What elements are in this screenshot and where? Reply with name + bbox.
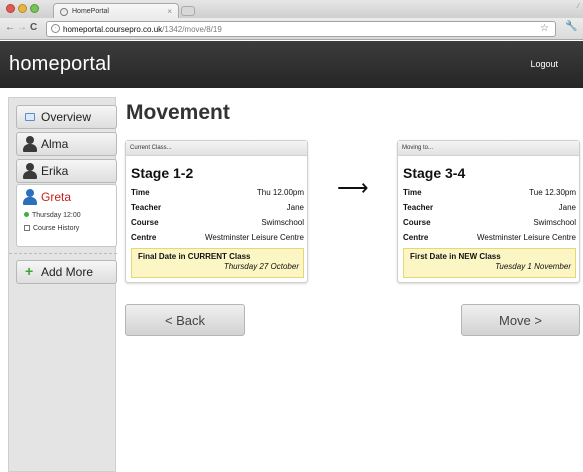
first-date-note: First Date in NEW Class Tuesday 1 Novemb…	[403, 248, 576, 278]
detail-value: Tue 12.30pm	[529, 188, 576, 197]
detail-label: Teacher	[403, 203, 434, 212]
detail-value: Westminster Leisure Centre	[477, 233, 576, 242]
detail-value: Westminster Leisure Centre	[205, 233, 304, 242]
detail-value: Swimschool	[533, 218, 576, 227]
detail-value: Jane	[558, 203, 576, 212]
calendar-icon	[24, 225, 30, 231]
window-maximize-button[interactable]	[30, 4, 39, 13]
browser-forward-icon[interactable]: →	[17, 22, 27, 33]
person-icon	[23, 189, 37, 205]
browser-tab[interactable]: ◦ HomePortal ×	[53, 3, 179, 19]
detail-label: Centre	[403, 233, 429, 242]
course-history-text: Course History	[33, 225, 80, 232]
card-heading: Current Class...	[126, 141, 307, 156]
logout-link[interactable]: Logout	[530, 59, 558, 69]
browser-back-icon[interactable]: ←	[5, 22, 15, 33]
address-bar[interactable]: ◦ homeportal.coursepro.co.uk/1342/move/8…	[46, 21, 556, 37]
page-favicon-icon: ◦	[60, 8, 68, 16]
url-path: /1342/move/8/19	[162, 25, 222, 34]
right-arrow-icon: ⟶	[337, 175, 369, 200]
sidebar-divider	[9, 253, 117, 254]
tab-title: HomePortal	[72, 8, 109, 15]
detail-value: Swimschool	[261, 218, 304, 227]
wrench-menu-icon[interactable]: 🔧	[565, 21, 577, 32]
sidebar-item-greta[interactable]: Greta Thursday 12:00 Course History	[16, 184, 117, 247]
lesson-time-text: Thursday 12:00	[32, 212, 81, 219]
person-icon	[23, 163, 37, 179]
page-info-icon[interactable]: ◦	[51, 24, 60, 33]
new-tab-button[interactable]	[181, 6, 195, 16]
plus-icon: +	[25, 263, 34, 279]
sidebar-item-alma[interactable]: Alma	[16, 132, 117, 156]
status-dot-icon	[24, 212, 29, 217]
sidebar-item-overview[interactable]: Overview	[16, 105, 117, 129]
sidebar: Overview Alma Erika Greta Thursday 12:00…	[8, 97, 117, 472]
url-host: homeportal.coursepro.co.uk	[63, 25, 163, 34]
note-date: Thursday 27 October	[223, 262, 299, 271]
back-button[interactable]: < Back	[125, 304, 245, 336]
detail-label: Course	[131, 218, 159, 227]
window-resize-icon: ⁄	[577, 3, 579, 10]
detail-value: Thu 12.00pm	[256, 188, 304, 197]
new-class-card: Moving to... Stage 3-4 Time Tue 12.30pm …	[397, 140, 580, 283]
note-date: Tuesday 1 November	[495, 262, 571, 271]
detail-label: Teacher	[131, 203, 162, 212]
note-title: First Date in NEW Class	[410, 252, 501, 261]
bookmark-star-icon[interactable]: ☆	[540, 23, 549, 34]
detail-label: Time	[131, 188, 150, 197]
sidebar-item-erika[interactable]: Erika	[16, 159, 117, 183]
selected-child-name: Greta	[41, 190, 72, 204]
note-title: Final Date in CURRENT Class	[138, 252, 251, 261]
detail-label: Time	[403, 188, 422, 197]
add-more-button[interactable]: + Add More	[16, 260, 117, 284]
card-heading: Moving to...	[398, 141, 579, 156]
sidebar-item-label: Alma	[41, 137, 69, 151]
brand-logo[interactable]: homeportal	[9, 53, 111, 76]
reload-icon[interactable]: C	[30, 22, 37, 33]
person-icon	[23, 136, 37, 152]
tab-close-icon[interactable]: ×	[167, 7, 172, 16]
course-history-link[interactable]: Course History	[24, 225, 79, 232]
current-class-card: Current Class... Stage 1-2 Time Thu 12.0…	[125, 140, 308, 283]
final-date-note: Final Date in CURRENT Class Thursday 27 …	[131, 248, 304, 278]
window-close-button[interactable]	[6, 4, 15, 13]
page-title: Movement	[126, 101, 230, 124]
window-minimize-button[interactable]	[18, 4, 27, 13]
detail-label: Centre	[131, 233, 157, 242]
browser-titlebar: ◦ HomePortal × ⁄	[0, 0, 583, 19]
stage-name: Stage 3-4	[403, 165, 466, 181]
sidebar-item-label: Erika	[41, 164, 69, 178]
sidebar-item-label: Overview	[41, 110, 92, 124]
overview-icon	[25, 113, 35, 121]
browser-toolbar: ← → C ◦ homeportal.coursepro.co.uk/1342/…	[0, 18, 583, 40]
lesson-time-link[interactable]: Thursday 12:00	[24, 212, 81, 219]
stage-name: Stage 1-2	[131, 165, 194, 181]
detail-value: Jane	[286, 203, 304, 212]
add-more-label: Add More	[41, 265, 94, 279]
app-header: homeportal Logout	[0, 41, 583, 88]
move-button[interactable]: Move >	[461, 304, 580, 336]
detail-label: Course	[403, 218, 431, 227]
